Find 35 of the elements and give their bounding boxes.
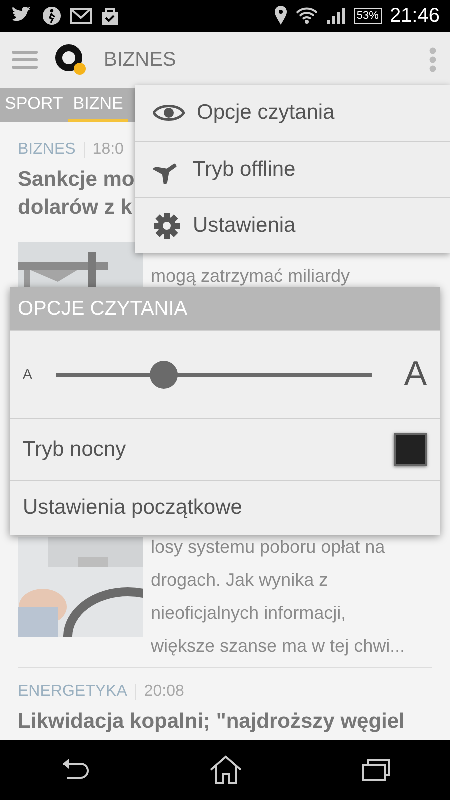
battery-indicator: 53% — [354, 8, 382, 24]
signal-icon — [326, 7, 346, 25]
more-icon — [428, 47, 438, 73]
menu-item[interactable]: Opcje czytania — [135, 85, 450, 141]
timestamp: 20:08 — [144, 682, 184, 702]
article-excerpt: drogach. Jak wynika z — [151, 569, 330, 592]
setting-label: Tryb nocny — [23, 436, 126, 463]
article-excerpt: nieoficjalnych informacji, — [151, 602, 348, 625]
category-label: BIZNES — [18, 140, 76, 160]
large-font-label: A — [404, 354, 427, 395]
shopping-bag-icon — [100, 6, 120, 26]
dialog-title: OPCJE CZYTANIA — [10, 287, 440, 330]
location-pin-icon — [274, 6, 288, 26]
category-label: ENERGETYKA — [18, 682, 128, 702]
menu-icon — [12, 50, 38, 70]
app-logo — [54, 43, 88, 77]
mail-icon — [70, 7, 92, 25]
headline[interactable]: Likwidacja kopalni; "najdroższy węgiel — [18, 708, 432, 736]
article-excerpt: mogą zatrzymać miliardy — [151, 265, 350, 288]
app-title: BIZNES — [104, 48, 178, 73]
accessibility-icon — [42, 6, 62, 26]
slider-thumb[interactable] — [150, 360, 178, 388]
home-icon[interactable] — [209, 755, 243, 785]
wifi-icon — [296, 6, 318, 26]
clock: 21:46 — [390, 4, 440, 29]
small-font-label: A — [23, 365, 32, 384]
article-excerpt: losy systemu poboru opłat na — [151, 536, 386, 559]
article-excerpt: większe szanse ma w tej chwi... — [151, 635, 406, 658]
reset-button[interactable]: Ustawienia początkowe — [23, 492, 242, 524]
settings-icon — [153, 212, 181, 240]
recent-apps-icon[interactable] — [361, 757, 391, 783]
checkbox[interactable] — [394, 433, 427, 466]
menu-item[interactable]: Ustawienia — [135, 197, 450, 253]
menu-item[interactable]: Tryb offline — [135, 141, 450, 197]
timestamp: 18:0 — [92, 140, 124, 160]
